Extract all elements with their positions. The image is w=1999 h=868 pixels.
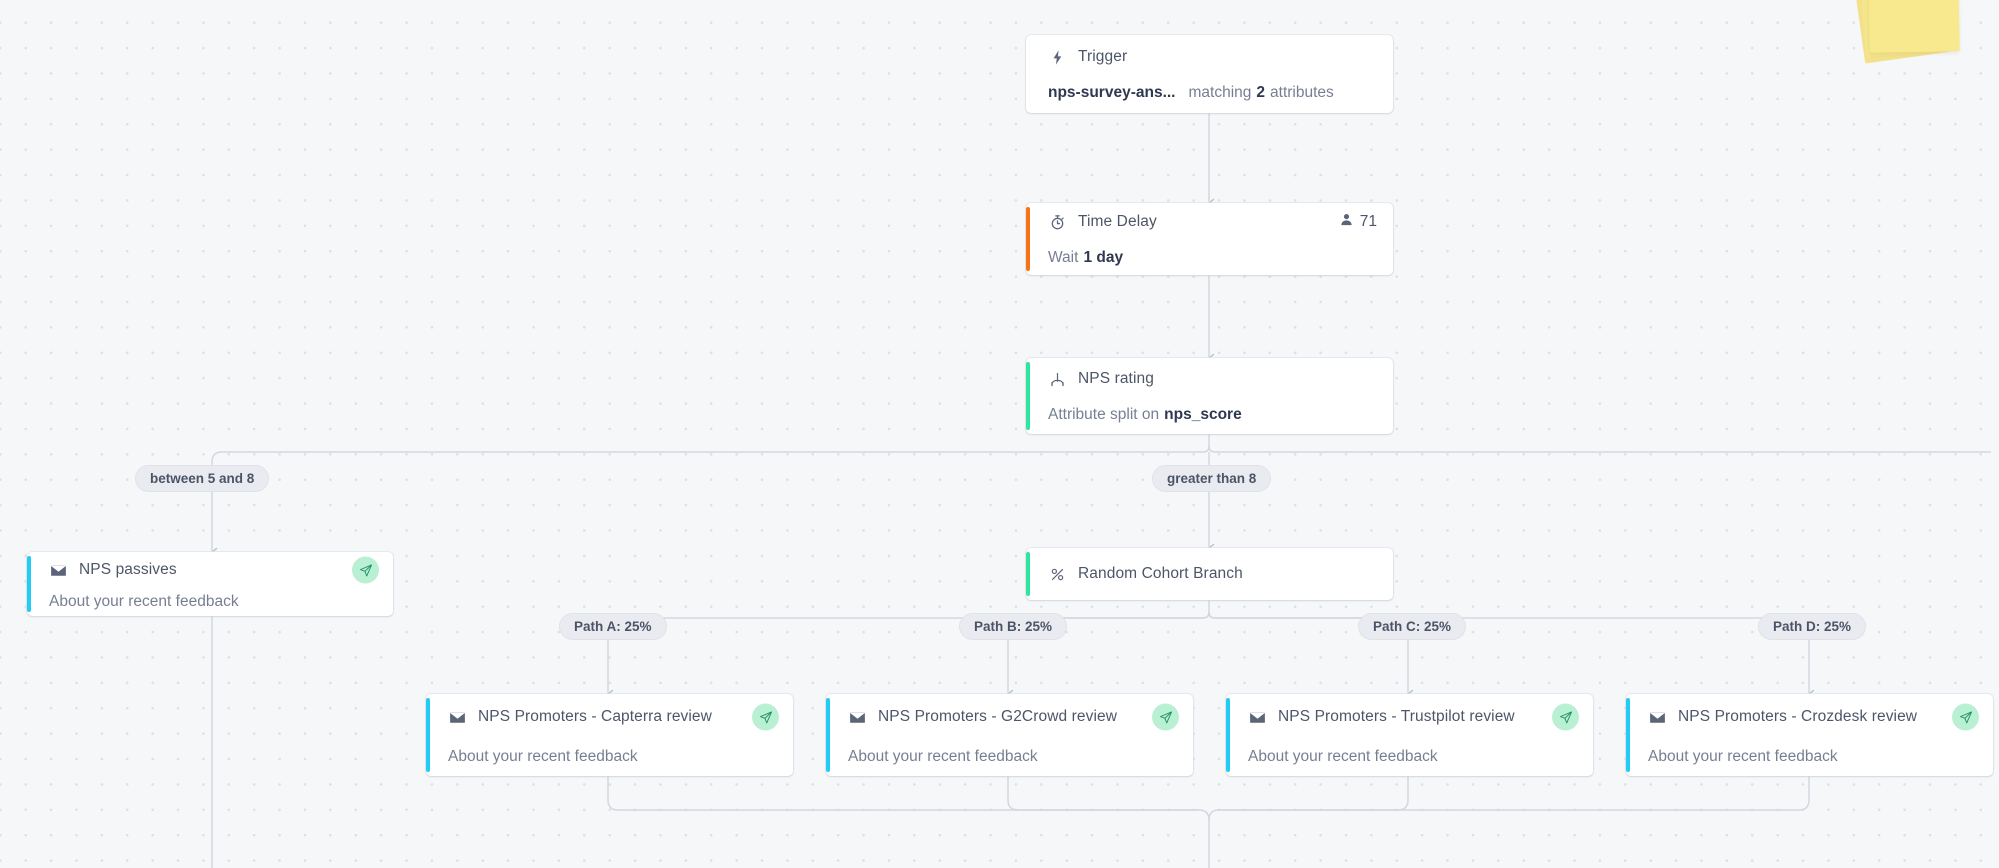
node-title: Random Cohort Branch — [1078, 565, 1243, 582]
envelope-icon — [848, 708, 867, 727]
people-count-badge: 71 — [1339, 212, 1377, 232]
trigger-event-name: nps-survey-ans... — [1048, 84, 1176, 101]
email-subject: About your recent feedback — [848, 748, 1038, 765]
trigger-match-prefix: matching — [1188, 84, 1252, 101]
email-subject: About your recent feedback — [49, 593, 239, 610]
node-random-cohort-branch[interactable]: Random Cohort Branch — [1026, 548, 1393, 600]
email-subject: About your recent feedback — [1648, 748, 1838, 765]
trigger-header: Trigger — [1026, 38, 1393, 76]
workflow-canvas[interactable]: Trigger nps-survey-ans... matching 2 att… — [0, 0, 1999, 868]
attribute-split-field: nps_score — [1164, 406, 1242, 423]
branch-label-path-c[interactable]: Path C: 25% — [1358, 613, 1467, 640]
node-title: NPS rating — [1078, 370, 1154, 387]
sticky-note-stack[interactable] — [1853, 0, 1961, 64]
email-title: NPS Promoters - Trustpilot review — [1278, 708, 1515, 725]
email-subject-row: About your recent feedback — [1626, 739, 1993, 775]
paper-plane-icon — [352, 556, 379, 584]
email-header: NPS Promoters - G2Crowd review — [826, 695, 1193, 739]
email-title: NPS Promoters - Capterra review — [478, 708, 712, 725]
node-email-promoter-trustpilot[interactable]: NPS Promoters - Trustpilot review About … — [1226, 694, 1593, 776]
branch-label-path-b[interactable]: Path B: 25% — [959, 613, 1068, 640]
time-delay-detail: Wait 1 day — [1026, 241, 1393, 275]
email-header: NPS Promoters - Crozdesk review — [1626, 695, 1993, 739]
email-subject-row: About your recent feedback — [426, 739, 793, 775]
node-email-promoter-g2crowd[interactable]: NPS Promoters - G2Crowd review About you… — [826, 694, 1193, 776]
percent-icon — [1048, 565, 1067, 584]
envelope-icon — [1248, 708, 1267, 727]
node-time-delay[interactable]: Time Delay 71 Wait 1 day — [1026, 203, 1393, 275]
time-delay-header: Time Delay 71 — [1026, 203, 1393, 241]
email-subject: About your recent feedback — [448, 748, 638, 765]
node-trigger[interactable]: Trigger nps-survey-ans... matching 2 att… — [1026, 35, 1393, 113]
people-count-value: 71 — [1359, 213, 1377, 230]
wait-duration: 1 day — [1083, 249, 1124, 266]
nps-rating-header: NPS rating — [1026, 360, 1393, 398]
nps-rating-detail: Attribute split on nps_score — [1026, 398, 1393, 432]
email-subject-row: About your recent feedback — [1226, 739, 1593, 775]
envelope-icon — [49, 561, 68, 580]
trigger-attribute-count: 2 — [1256, 84, 1266, 101]
node-title: Trigger — [1078, 48, 1128, 65]
node-title: Time Delay — [1078, 213, 1157, 230]
random-cohort-header: Random Cohort Branch — [1026, 548, 1393, 600]
node-nps-rating[interactable]: NPS rating Attribute split on nps_score — [1026, 358, 1393, 434]
email-title: NPS Promoters - G2Crowd review — [878, 708, 1118, 725]
branch-label-path-a[interactable]: Path A: 25% — [559, 613, 667, 640]
email-title: NPS passives — [79, 561, 177, 578]
attribute-split-prefix: Attribute split on — [1048, 406, 1160, 423]
branch-label-promoters[interactable]: greater than 8 — [1152, 465, 1272, 492]
node-email-promoter-capterra[interactable]: NPS Promoters - Capterra review About yo… — [426, 694, 793, 776]
sticky-note-front — [1868, 0, 1960, 53]
lightning-bolt-icon — [1048, 48, 1067, 67]
branch-label-path-d[interactable]: Path D: 25% — [1758, 613, 1867, 640]
node-email-nps-passives[interactable]: NPS passives About your recent feedback — [27, 552, 393, 616]
email-header: NPS passives — [27, 552, 393, 588]
branch-label-passives[interactable]: between 5 and 8 — [135, 465, 270, 492]
envelope-icon — [1648, 708, 1667, 727]
trigger-detail: nps-survey-ans... matching 2 attributes — [1026, 76, 1393, 110]
paper-plane-icon — [1152, 703, 1179, 731]
branch-split-icon — [1048, 370, 1067, 389]
email-subject-row: About your recent feedback — [826, 739, 1193, 775]
email-header: NPS Promoters - Capterra review — [426, 695, 793, 739]
trigger-match-suffix: attributes — [1270, 84, 1334, 101]
email-title: NPS Promoters - Crozdesk review — [1678, 708, 1918, 725]
paper-plane-icon — [1552, 703, 1579, 731]
email-subject-row: About your recent feedback — [27, 588, 393, 616]
wait-prefix: Wait — [1048, 249, 1079, 266]
node-email-promoter-crozdesk[interactable]: NPS Promoters - Crozdesk review About yo… — [1626, 694, 1993, 776]
person-icon — [1339, 212, 1354, 232]
email-subject: About your recent feedback — [1248, 748, 1438, 765]
paper-plane-icon — [1952, 703, 1979, 731]
paper-plane-icon — [752, 703, 779, 731]
envelope-icon — [448, 708, 467, 727]
stopwatch-icon — [1048, 213, 1067, 232]
email-header: NPS Promoters - Trustpilot review — [1226, 695, 1593, 739]
